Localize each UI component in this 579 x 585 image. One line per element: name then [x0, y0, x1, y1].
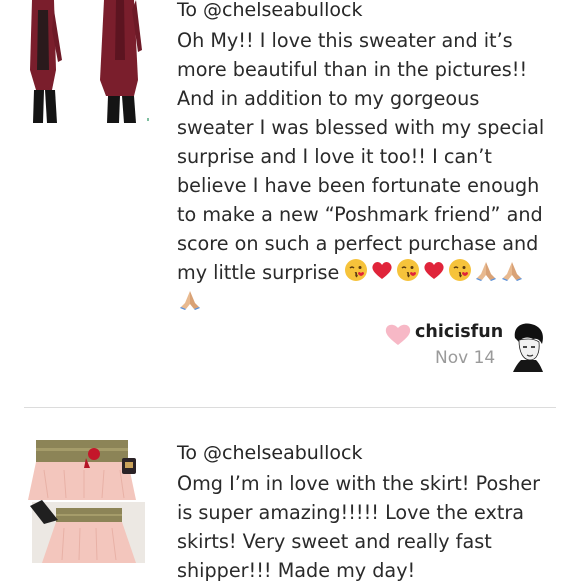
review-2-text: Omg I’m in love with the skirt! Posher i… — [177, 472, 541, 582]
review-1-emojis-wrap — [177, 286, 203, 312]
red-heart-icon — [421, 257, 447, 283]
kissing-face-icon — [447, 257, 473, 283]
reviewer-username[interactable]: chicisfun — [415, 322, 503, 342]
heart-icon[interactable] — [384, 322, 412, 346]
review-1-emojis — [343, 257, 525, 283]
review-1-recipient[interactable]: To @chelseabullock — [177, 0, 362, 24]
review-1-product-image[interactable] — [24, 0, 153, 123]
kissing-face-icon — [395, 257, 421, 283]
praying-hands-icon — [473, 257, 499, 283]
praying-hands-icon — [499, 257, 525, 283]
review-date: Nov 14 — [435, 348, 496, 368]
review-2-recipient[interactable]: To @chelseabullock — [177, 440, 362, 467]
review-1-text: Oh My!! I love this sweater and it’s mor… — [177, 29, 545, 284]
red-heart-icon — [369, 257, 395, 283]
review-divider — [24, 407, 556, 408]
reviewer-avatar[interactable] — [509, 322, 547, 372]
praying-hands-icon — [177, 286, 203, 312]
kissing-face-icon — [343, 257, 369, 283]
review-2-product-image[interactable] — [24, 440, 153, 563]
